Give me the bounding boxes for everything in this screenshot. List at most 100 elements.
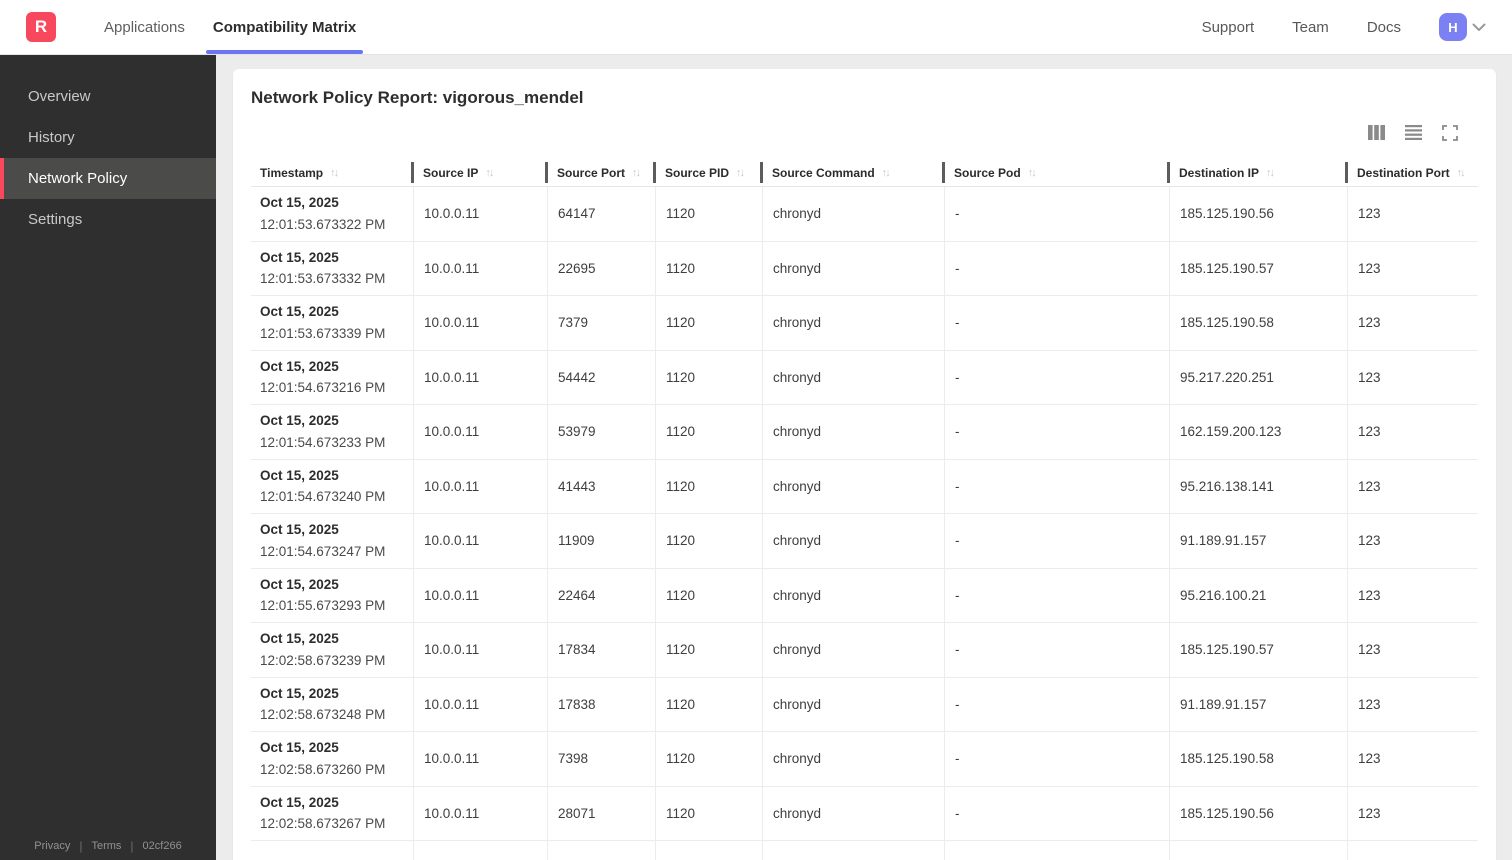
cell-timestamp: Oct 15, 2025 12:02:58.673248 PM [251,677,414,731]
cell-dest_port: 123 [1358,206,1381,222]
cell-source_ip: 10.0.0.11 [414,241,548,295]
timestamp-time: 12:01:54.673233 PM [260,434,386,450]
column-header-source_pid[interactable]: Source PID ↑↓ [656,159,763,186]
table-row: Oct 15, 2025 12:01:53.673322 PM 10.0.0.11 6… [251,187,1478,242]
column-header-source_port[interactable]: Source Port ↑↓ [548,159,656,186]
cell-dest_ip: 185.125.190.57 [1170,623,1348,677]
cell-source_port: 54442 [548,350,656,404]
cell-dest_port: 123 [1358,805,1381,821]
column-label: Source Port [557,165,626,180]
cell-source_command: chronyd [763,241,945,295]
timestamp-time: 12:01:54.673216 PM [260,380,386,396]
column-header-source_pod[interactable]: Source Pod ↑↓ [945,159,1170,186]
column-header-source_command[interactable]: Source Command ↑↓ [763,159,945,186]
columns-view-icon[interactable] [1368,125,1385,140]
cell-source_command: chronyd [763,459,945,513]
cell-source_port [548,841,656,860]
cell-dest_ip: 185.125.190.58 [1170,296,1348,350]
tab-applications[interactable]: Applications [90,0,199,54]
sort-icon: ↑↓ [485,166,494,179]
cell-source_port: 17838 [548,677,656,731]
fullscreen-icon[interactable] [1442,124,1458,141]
sort-icon: ↑↓ [330,166,339,179]
cell-source_ip: 10.0.0.11 [414,187,548,241]
sidebar-item-history[interactable]: History [0,117,216,158]
timestamp-date: Oct 15, 2025 [260,794,339,810]
sidebar-item-settings[interactable]: Settings [0,199,216,240]
cell-source_pod: - [945,786,1170,840]
cell-source_command [763,841,945,860]
table-row: Oct 15, 2025 12:02:58.673267 PM 10.0.0.11 2… [251,786,1478,841]
cell-source_pod: - [945,187,1170,241]
nav-right: Support Team Docs H [1202,13,1512,41]
cell-dest_ip: 185.125.190.58 [1170,732,1348,786]
cell-source_pod: - [945,296,1170,350]
cell-timestamp: Oct 15, 2025 12:01:53.673322 PM [251,187,414,241]
list-view-icon[interactable] [1405,125,1422,140]
cell-dest_port: 123 [1358,696,1381,712]
cell-source_command: chronyd [763,732,945,786]
cell-timestamp: Oct 15, 2025 12:01:54.673240 PM [251,459,414,513]
column-header-dest_port[interactable]: Destination Port ↑↓ [1348,159,1478,186]
cell-source_pid: 1120 [656,296,763,350]
timestamp-date: Oct 15, 2025 [260,413,339,429]
cell-source_port: 41443 [548,459,656,513]
nav-link-support[interactable]: Support [1202,19,1255,36]
cell-dest_ip: 185.125.190.57 [1170,241,1348,295]
timestamp-date: Oct 15, 2025 [260,631,339,647]
cell-source_pod: - [945,405,1170,459]
table-row: Oct 15, 2025 12:01:54.673247 PM 10.0.0.11 1… [251,514,1478,569]
cell-dest_port: 123 [1358,533,1381,549]
cell-dest_ip: 95.216.138.141 [1170,459,1348,513]
app-logo[interactable]: R [26,12,56,42]
cell-dest_ip: 185.125.190.56 [1170,187,1348,241]
timestamp-time: 12:01:55.673293 PM [260,598,386,614]
table-row: Oct 15, 2025 [251,841,1478,860]
nav-link-team[interactable]: Team [1292,19,1329,36]
terms-link[interactable]: Terms [91,840,121,852]
view-controls [251,124,1478,141]
timestamp-date: Oct 15, 2025 [260,249,339,265]
chevron-down-icon [1472,23,1486,32]
cell-source_pod: - [945,514,1170,568]
table-row: Oct 15, 2025 12:01:54.673233 PM 10.0.0.11 5… [251,405,1478,460]
sidebar-item-overview[interactable]: Overview [0,76,216,117]
main-content: Network Policy Report: vigorous_mendel T… [216,55,1512,860]
cell-source_ip: 10.0.0.11 [414,786,548,840]
cell-source_pid: 1120 [656,350,763,404]
timestamp-date: Oct 15, 2025 [260,467,339,483]
cell-source_pod: - [945,677,1170,731]
cell-source_pod: - [945,732,1170,786]
cell-source_ip: 10.0.0.11 [414,732,548,786]
cell-source_command: chronyd [763,350,945,404]
column-label: Destination Port [1357,165,1450,180]
timestamp-time: 12:02:58.673260 PM [260,761,386,777]
cell-source_port: 64147 [548,187,656,241]
cell-source_command: chronyd [763,677,945,731]
user-menu[interactable]: H [1439,13,1486,41]
column-header-timestamp[interactable]: Timestamp ↑↓ [251,159,414,186]
cell-source_pod: - [945,623,1170,677]
column-header-source_ip[interactable]: Source IP ↑↓ [414,159,548,186]
cell-source_command: chronyd [763,296,945,350]
sidebar: Overview History Network Policy Settings… [0,55,216,860]
sidebar-footer: Privacy | Terms | 02cf266 [0,839,216,853]
privacy-link[interactable]: Privacy [34,840,70,852]
sort-icon: ↑↓ [632,166,641,179]
cell-timestamp: Oct 15, 2025 12:01:54.673233 PM [251,405,414,459]
timestamp-date: Oct 15, 2025 [260,740,339,756]
cell-source_command: chronyd [763,623,945,677]
nav-link-docs[interactable]: Docs [1367,19,1401,36]
top-nav: R Applications Compatibility Matrix Supp… [0,0,1512,55]
cell-source_pod: - [945,241,1170,295]
cell-dest_port: 123 [1358,260,1381,276]
cell-source_pod: - [945,350,1170,404]
column-header-dest_ip[interactable]: Destination IP ↑↓ [1170,159,1348,186]
sidebar-item-network-policy[interactable]: Network Policy [0,158,216,199]
cell-timestamp: Oct 15, 2025 12:01:53.673332 PM [251,241,414,295]
cell-source_pid: 1120 [656,732,763,786]
column-label: Source Command [772,165,875,180]
tab-compatibility-matrix[interactable]: Compatibility Matrix [199,0,370,54]
cell-source_ip: 10.0.0.11 [414,514,548,568]
nav-tabs: Applications Compatibility Matrix [90,0,370,54]
